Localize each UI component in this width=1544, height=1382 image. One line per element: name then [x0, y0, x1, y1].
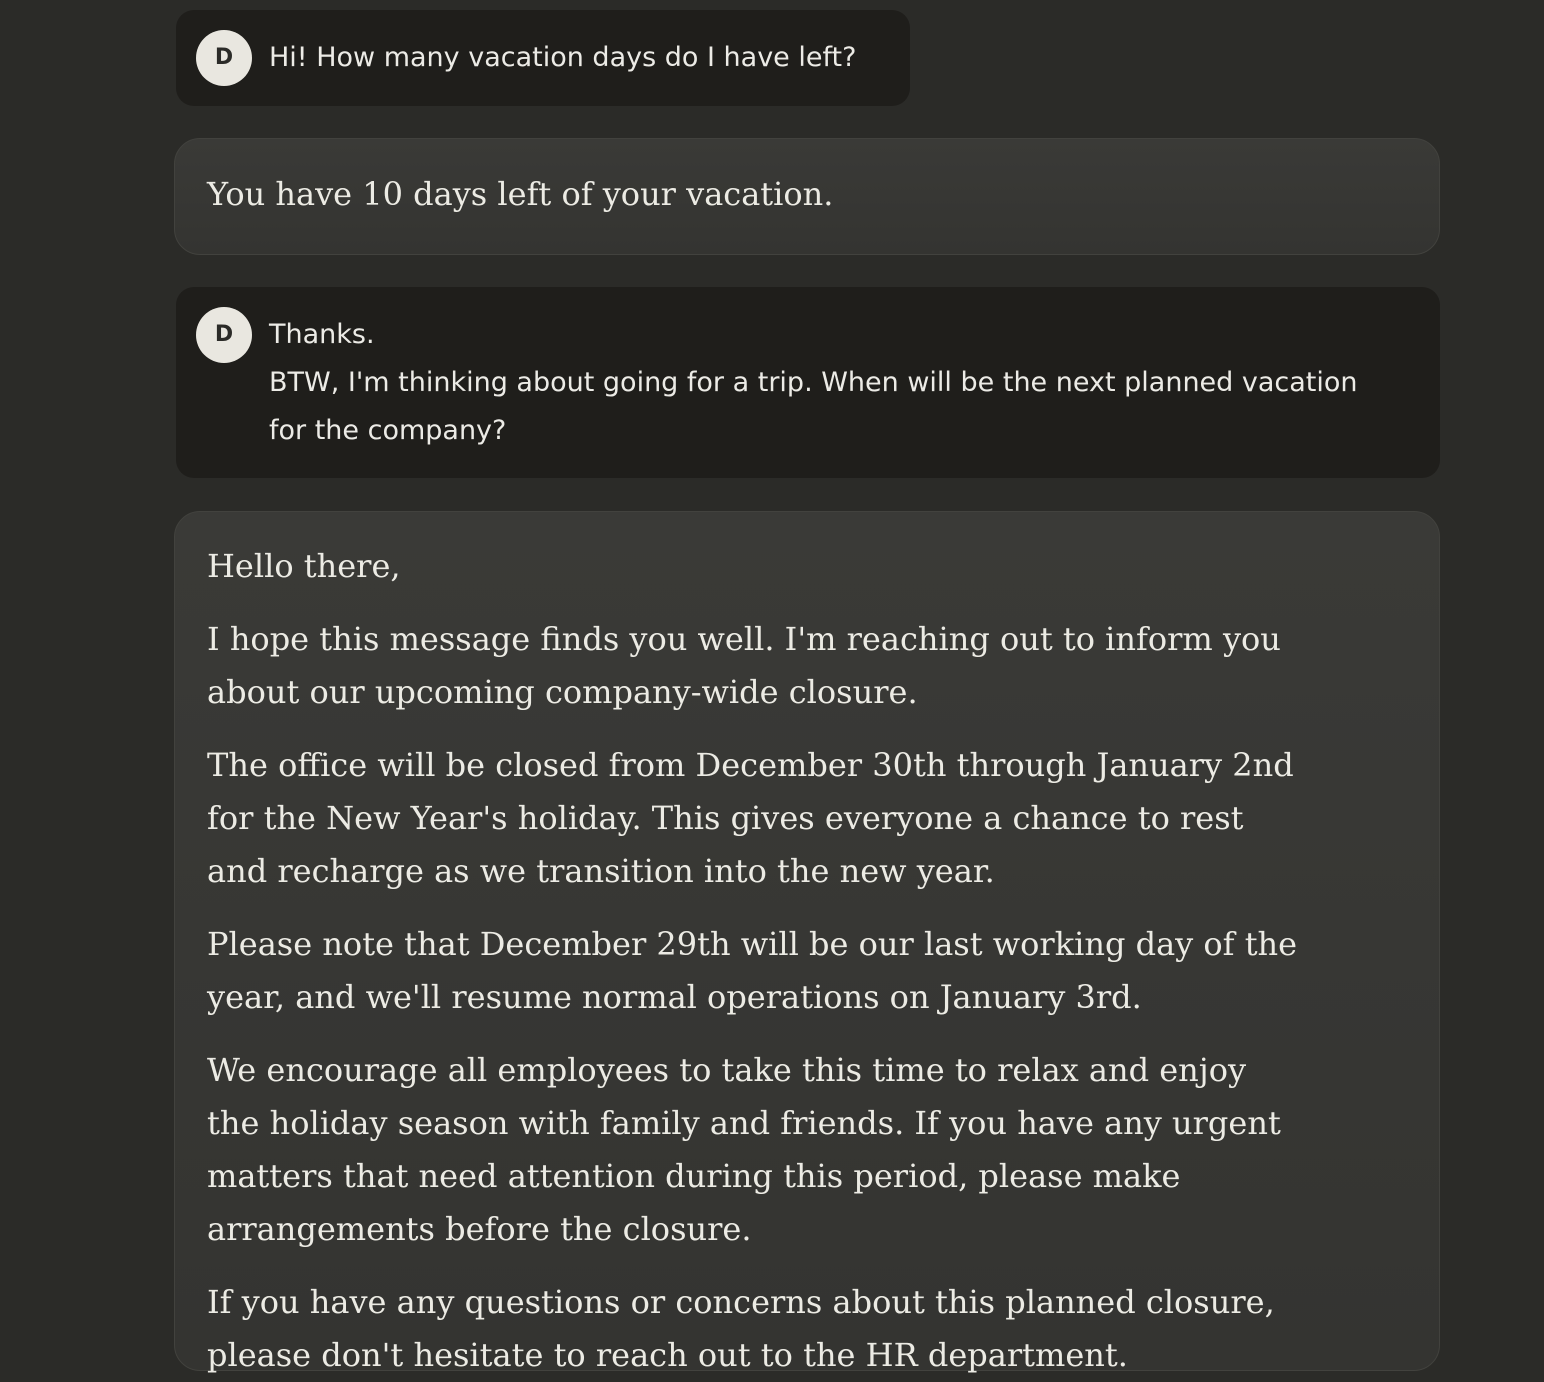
message-line: Hi! How many vacation days do I have lef… — [269, 42, 857, 73]
assistant-message-text: You have 10 days left of your vacation. — [207, 175, 834, 213]
assistant-paragraph: I hope this message finds you well. I'm … — [207, 620, 1281, 711]
assistant-paragraph: If you have any questions or concerns ab… — [207, 1283, 1275, 1374]
user-message-text: Thanks. BTW, I'm thinking about going fo… — [269, 311, 1400, 455]
user-message: D Thanks. BTW, I'm thinking about going … — [176, 287, 1440, 478]
message-line: Thanks. — [269, 319, 375, 350]
assistant-paragraph: Please note that December 29th will be o… — [207, 925, 1298, 1016]
user-avatar: D — [196, 30, 252, 86]
message-line: BTW, I'm thinking about going for a trip… — [269, 367, 1358, 446]
user-message-text: Hi! How many vacation days do I have lef… — [269, 42, 870, 92]
assistant-paragraph: Hello there, — [207, 547, 401, 585]
assistant-paragraph: The office will be closed from December … — [207, 746, 1294, 890]
user-message: D Hi! How many vacation days do I have l… — [176, 10, 910, 106]
assistant-message: Hello there, I hope this message finds y… — [174, 511, 1440, 1374]
user-avatar: D — [196, 307, 252, 363]
assistant-message: You have 10 days left of your vacation. — [174, 138, 1440, 255]
chat-thread: D Hi! How many vacation days do I have l… — [0, 0, 1544, 1374]
assistant-paragraph: We encourage all employees to take this … — [207, 1051, 1281, 1248]
